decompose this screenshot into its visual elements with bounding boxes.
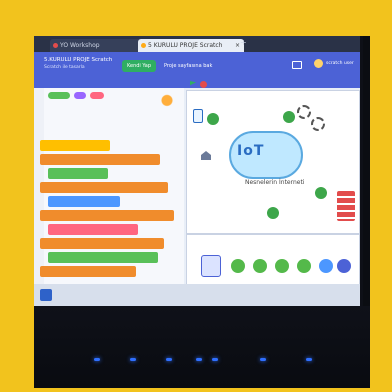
stage-controls [186, 80, 358, 90]
gear-icon [297, 105, 311, 119]
sprite-ball[interactable] [207, 113, 219, 125]
keyboard-backlight [166, 358, 172, 361]
monitor-bezel [34, 306, 370, 388]
phone-icon [193, 109, 203, 123]
remix-button[interactable]: Kendi Yap [122, 60, 156, 72]
monitor-screen: YO Workshop 5 KURULU PROJE Scratch × + 5… [34, 36, 363, 306]
tab-label: YO Workshop [60, 42, 100, 49]
code-area[interactable] [34, 88, 184, 284]
new-tab-icon[interactable]: + [240, 38, 247, 47]
sprite-pane[interactable] [186, 234, 360, 286]
sprite-ball[interactable] [267, 207, 279, 219]
see-project-page-link[interactable]: Proje sayfasına bak [164, 60, 212, 72]
gear-icon [311, 117, 325, 131]
browser-tab-workshop[interactable]: YO Workshop [50, 39, 142, 52]
code-block[interactable] [40, 140, 110, 151]
code-block[interactable] [40, 182, 168, 193]
code-block[interactable] [48, 196, 120, 207]
keyboard-backlight [196, 358, 202, 361]
add-sprite-button[interactable] [337, 259, 351, 273]
house-icon [201, 151, 211, 160]
tab-favicon-icon [141, 43, 146, 48]
browser-tab-scratch[interactable]: 5 KURULU PROJE Scratch × [138, 39, 244, 52]
code-block[interactable] [40, 266, 136, 277]
sprite-preview-icon [160, 94, 174, 110]
sprite-thumbnail[interactable] [297, 259, 311, 273]
stage[interactable]: IoT Nesnelerin İnterneti [186, 90, 360, 234]
block-pill[interactable] [48, 92, 70, 99]
sprite-thumbnail[interactable] [319, 259, 333, 273]
variable-monitor [337, 191, 355, 221]
keyboard-backlight [306, 358, 312, 361]
tab-favicon-icon [53, 43, 58, 48]
avatar[interactable] [314, 59, 323, 68]
keyboard-backlight [94, 358, 100, 361]
keyboard-backlight [212, 358, 218, 361]
code-block[interactable] [40, 210, 174, 221]
sprite-thumbnail[interactable] [253, 259, 267, 273]
selected-sprite-thumbnail[interactable] [201, 255, 221, 277]
os-taskbar [34, 284, 360, 306]
tab-label: 5 KURULU PROJE Scratch [148, 42, 223, 49]
username[interactable]: scratch user [326, 61, 354, 66]
iot-graphic-subtext: Nesnelerin İnterneti [245, 179, 305, 186]
block-pill[interactable] [74, 92, 86, 99]
sprite-ball[interactable] [315, 187, 327, 199]
stop-icon[interactable] [200, 81, 207, 88]
sprite-thumbnail[interactable] [231, 259, 245, 273]
keyboard-backlight [260, 358, 266, 361]
project-subtitle: Scratch ile tasarla [44, 65, 85, 70]
keyboard-backlight [130, 358, 136, 361]
block-pill[interactable] [90, 92, 104, 99]
green-flag-icon[interactable] [190, 81, 196, 86]
code-block[interactable] [48, 252, 158, 263]
project-title[interactable]: 5.KURULU PROJE Scratch [44, 57, 112, 64]
code-block[interactable] [48, 168, 108, 179]
photo-of-screen: YO Workshop 5 KURULU PROJE Scratch × + 5… [34, 36, 370, 388]
browser-tab-bar: YO Workshop 5 KURULU PROJE Scratch × + [34, 36, 360, 52]
code-block[interactable] [48, 224, 138, 235]
start-menu-icon[interactable] [40, 289, 52, 301]
sprite-thumbnail[interactable] [275, 259, 289, 273]
code-block[interactable] [40, 154, 160, 165]
sprite-ball[interactable] [283, 111, 295, 123]
folder-icon[interactable] [292, 61, 302, 69]
iot-graphic-text: IoT [237, 143, 265, 159]
code-block[interactable] [40, 238, 164, 249]
